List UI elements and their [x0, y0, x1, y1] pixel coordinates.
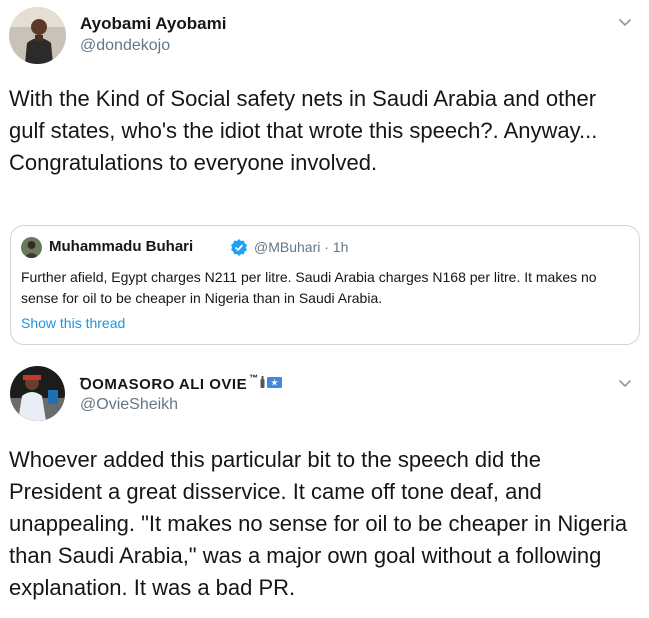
- person-avatar-icon: [9, 7, 66, 64]
- tweet: ꝹOMASORO ALI OVIE ™ @OvieSheikh Whoever a…: [0, 352, 649, 618]
- quoted-display-name[interactable]: Muhammadu Buhari: [49, 238, 193, 255]
- user-handle[interactable]: @OvieSheikh: [80, 396, 178, 414]
- flag-icon: [266, 377, 282, 388]
- display-name[interactable]: Ayobami Ayobami: [80, 14, 226, 34]
- tweet-text: Whoever added this particular bit to the…: [9, 447, 628, 600]
- person-avatar-icon: [10, 366, 65, 421]
- bottle-icon: [260, 376, 265, 388]
- display-name[interactable]: ꝹOMASORO ALI OVIE ™: [80, 373, 282, 394]
- quoted-text: Further afield, Egypt charges N211 per l…: [21, 269, 597, 306]
- tweet-text: With the Kind of Social safety nets in S…: [9, 86, 598, 175]
- person-avatar-icon: [21, 237, 42, 258]
- verified-badge-icon: [230, 238, 248, 256]
- chevron-down-icon[interactable]: [617, 375, 633, 391]
- trademark-symbol: ™: [249, 373, 259, 383]
- display-name-text: ꝹOMASORO ALI OVIE: [80, 376, 248, 393]
- show-thread-link[interactable]: Show this thread: [21, 315, 125, 331]
- user-avatar[interactable]: [9, 7, 66, 64]
- quoted-tweet[interactable]: Muhammadu Buhari @MBuhari · 1h Further a…: [10, 225, 640, 345]
- user-handle[interactable]: @dondekojo: [80, 37, 170, 55]
- user-avatar[interactable]: [10, 366, 65, 421]
- name-badges: ™: [249, 373, 282, 391]
- tweet: Ayobami Ayobami @dondekojo With the Kind…: [0, 0, 649, 350]
- quoted-meta: @MBuhari · 1h: [254, 239, 349, 255]
- chevron-down-icon[interactable]: [617, 14, 633, 30]
- quoted-avatar[interactable]: [21, 237, 42, 258]
